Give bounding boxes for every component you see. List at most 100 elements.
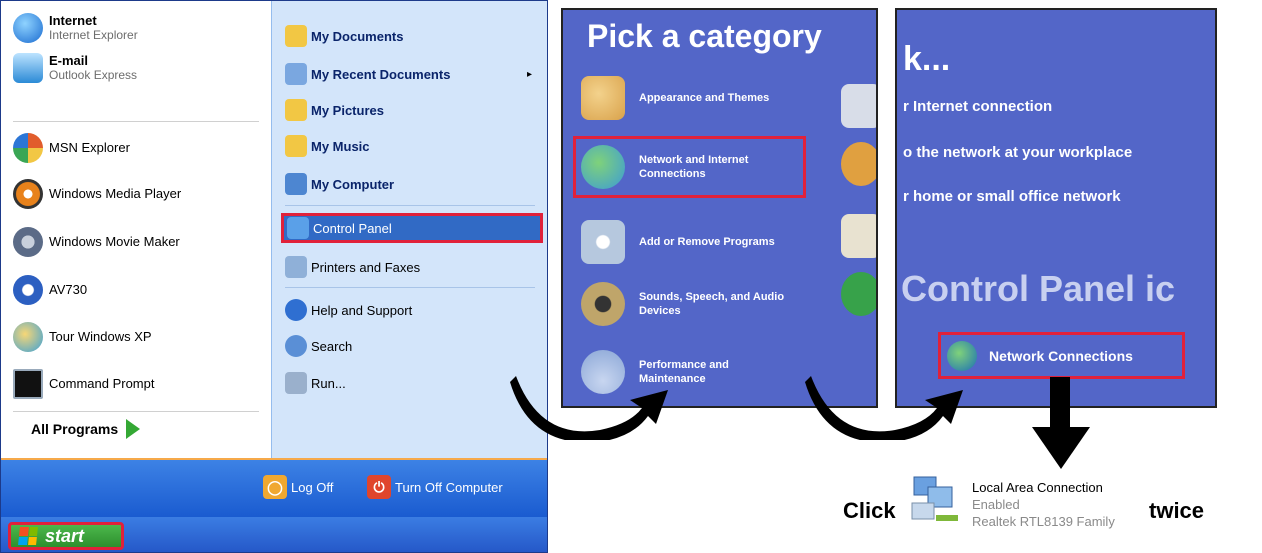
menu-separator	[13, 411, 259, 412]
movie-maker-item[interactable]: Windows Movie Maker	[13, 225, 263, 259]
curved-arrow-1	[510, 376, 668, 440]
command-prompt-icon	[13, 369, 43, 399]
start-button[interactable]: start	[8, 522, 124, 550]
email-item[interactable]: E-mail Outlook Express	[13, 51, 263, 85]
category-title: Pick a category	[587, 18, 822, 54]
network-globe-icon	[581, 145, 625, 189]
help-support-item[interactable]: Help and Support	[285, 297, 540, 323]
local-area-connection-item[interactable]: Local Area Connection Enabled Realtek RT…	[906, 473, 1146, 553]
msn-explorer-label: MSN Explorer	[49, 140, 130, 155]
my-recent-documents-item[interactable]: My Recent Documents ▸	[285, 61, 540, 87]
internet-sublabel: Internet Explorer	[49, 28, 138, 42]
start-label: start	[45, 525, 85, 546]
my-documents-item[interactable]: My Documents	[285, 23, 540, 49]
connection-adapter: Realtek RTL8139 Family	[972, 514, 1115, 529]
my-computer-item[interactable]: My Computer	[285, 171, 540, 197]
log-off-icon: ◯	[263, 475, 287, 499]
printers-faxes-item[interactable]: Printers and Faxes	[285, 254, 540, 280]
curved-arrow-2	[805, 376, 963, 440]
msn-explorer-item[interactable]: MSN Explorer	[13, 131, 263, 165]
help-icon	[285, 299, 307, 321]
task-workplace-network[interactable]: o the network at your workplace	[903, 144, 1132, 161]
pictures-folder-icon	[285, 99, 307, 121]
printer-icon	[285, 256, 307, 278]
run-icon	[285, 372, 307, 394]
network-label: Network and Internet Connections	[639, 154, 749, 180]
network-task-title: k...	[903, 40, 951, 78]
connection-status: Enabled	[972, 497, 1020, 512]
sounds-label: Sounds, Speech, and Audio Devices	[639, 291, 785, 317]
menu-separator	[285, 287, 535, 288]
av730-item[interactable]: AV730	[13, 273, 263, 307]
speaker-icon	[581, 282, 625, 326]
category-add-remove[interactable]: Add or Remove Programs	[581, 220, 789, 264]
control-panel-item[interactable]: Control Panel	[281, 213, 543, 243]
printers-faxes-label: Printers and Faxes	[311, 259, 421, 275]
media-player-icon	[13, 179, 43, 209]
email-label: E-mail	[49, 53, 89, 68]
network-panel: k... r Internet connection o the network…	[895, 8, 1217, 408]
network-connections-label: Network Connections	[989, 347, 1133, 364]
command-prompt-label: Command Prompt	[49, 376, 155, 391]
appearance-themes-icon	[581, 76, 625, 120]
task-internet-connection[interactable]: r Internet connection	[903, 98, 1052, 115]
my-music-item[interactable]: My Music	[285, 133, 540, 159]
av730-label: AV730	[49, 282, 88, 297]
search-icon	[285, 335, 307, 357]
run-item[interactable]: Run...	[285, 370, 540, 396]
my-pictures-label: My Pictures	[311, 102, 384, 118]
accessibility-icon	[841, 272, 876, 316]
media-player-label: Windows Media Player	[49, 186, 182, 201]
menu-separator	[13, 121, 259, 122]
run-label: Run...	[311, 375, 346, 391]
appearance-label: Appearance and Themes	[639, 92, 770, 104]
my-pictures-item[interactable]: My Pictures	[285, 97, 540, 123]
folder-icon	[285, 25, 307, 47]
turn-off-button[interactable]: ⏻ Turn Off Computer	[367, 474, 503, 500]
start-menu-footer: ◯ Log Off ⏻ Turn Off Computer	[1, 458, 547, 517]
power-icon: ⏻	[367, 475, 391, 499]
my-music-label: My Music	[311, 138, 370, 154]
tour-xp-icon	[13, 322, 43, 352]
internet-label: Internet	[49, 13, 97, 28]
add-remove-label: Add or Remove Programs	[639, 236, 775, 248]
command-prompt-item[interactable]: Command Prompt	[13, 367, 263, 401]
twice-label: twice	[1149, 498, 1205, 523]
user-accounts-icon	[841, 142, 876, 186]
media-player-item[interactable]: Windows Media Player	[13, 177, 263, 211]
start-menu: Internet Internet Explorer E-mail Outlook …	[0, 0, 548, 553]
movie-maker-label: Windows Movie Maker	[49, 234, 180, 249]
network-connections-link[interactable]: Network Connections	[938, 332, 1185, 379]
down-arrow	[1032, 377, 1090, 469]
search-label: Search	[311, 338, 353, 354]
control-panel-icon	[287, 217, 309, 239]
msn-butterfly-icon	[13, 133, 43, 163]
windows-flag-icon	[18, 527, 38, 545]
submenu-arrow-icon: ▸	[526, 68, 532, 80]
category-sounds[interactable]: Sounds, Speech, and Audio Devices	[581, 282, 789, 326]
my-computer-label: My Computer	[311, 176, 395, 192]
category-appearance[interactable]: Appearance and Themes	[581, 76, 789, 120]
my-recent-documents-label: My Recent Documents	[311, 66, 451, 82]
printers-category-icon	[841, 84, 876, 128]
start-menu-left-pane: Internet Internet Explorer E-mail Outlook …	[1, 1, 271, 458]
tour-xp-label: Tour Windows XP	[49, 329, 152, 344]
log-off-label: Log Off	[291, 479, 334, 495]
music-folder-icon	[285, 135, 307, 157]
turn-off-label: Turn Off Computer	[395, 479, 503, 495]
internet-item[interactable]: Internet Internet Explorer	[13, 11, 263, 45]
recent-documents-icon	[285, 63, 307, 85]
computer-icon	[285, 173, 307, 195]
my-documents-label: My Documents	[311, 28, 404, 44]
help-support-label: Help and Support	[311, 302, 413, 318]
all-programs-button[interactable]: All Programs	[31, 419, 141, 439]
task-home-network[interactable]: r home or small office network	[903, 188, 1121, 205]
category-panel: Pick a category Appearance and Themes Ne…	[561, 8, 878, 408]
log-off-button[interactable]: ◯ Log Off	[263, 474, 333, 500]
search-item[interactable]: Search	[285, 333, 540, 359]
tour-xp-item[interactable]: Tour Windows XP	[13, 320, 263, 354]
outlook-express-icon	[13, 53, 43, 83]
av730-icon	[13, 275, 43, 305]
movie-maker-icon	[13, 227, 43, 257]
category-network[interactable]: Network and Internet Connections	[573, 136, 806, 198]
